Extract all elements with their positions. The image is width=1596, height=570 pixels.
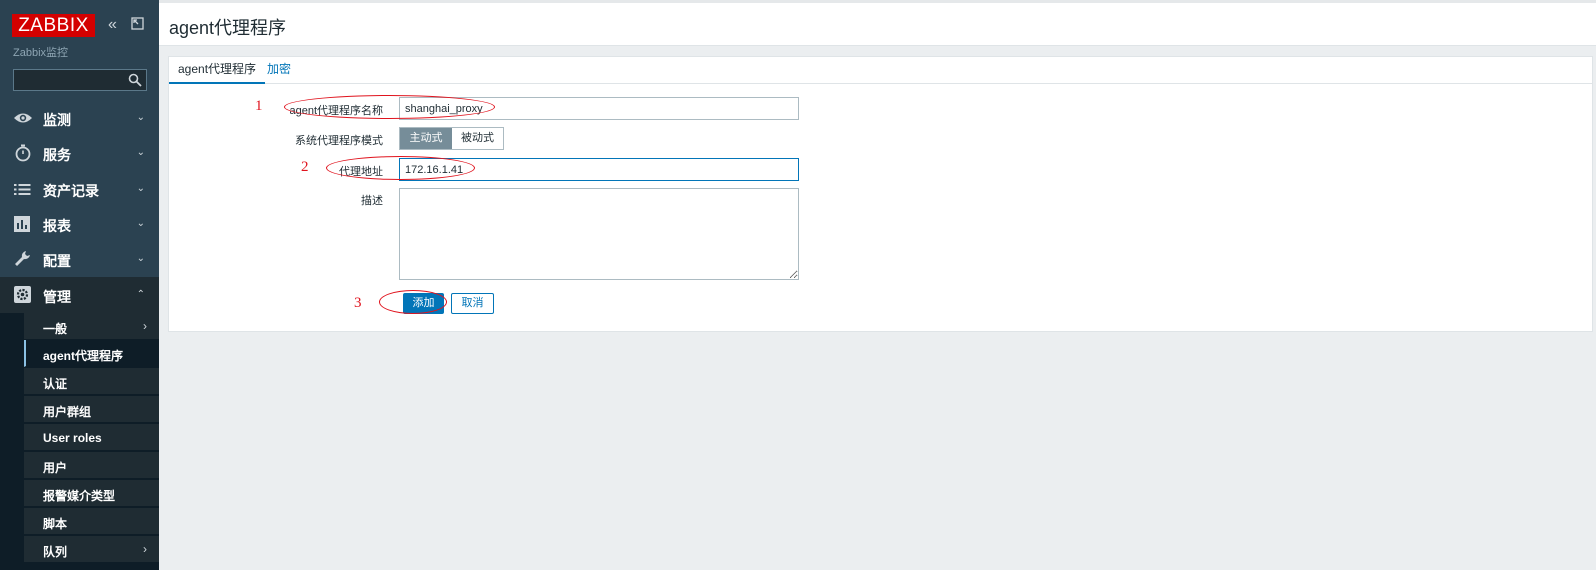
sidebar-header: ZABBIX « Zabbix监控 [0, 0, 159, 106]
annotation-ellipse-2 [326, 156, 475, 180]
page-header: agent代理程序 [159, 3, 1596, 46]
menu-services[interactable]: 服务 ⌄ [0, 135, 159, 171]
menu-monitoring[interactable]: 监测 ⌄ [0, 100, 159, 136]
submenu-label: 脚本 [43, 517, 68, 531]
chevron-down-icon: ⌄ [136, 218, 145, 229]
menu-configuration[interactable]: 配置 ⌄ [0, 241, 159, 277]
annotation-number-1: 1 [255, 98, 263, 114]
tab-encryption[interactable]: 加密 [258, 57, 300, 84]
submenu-scripts[interactable]: 脚本 [24, 508, 159, 535]
wrench-icon [15, 251, 30, 266]
menu-label: 服务 [43, 147, 71, 163]
proxy-form-panel: agent代理程序 加密 agent代理程序名称 系统代理程序模式 主动式 被动… [168, 56, 1593, 332]
submenu-label: agent代理程序 [43, 349, 124, 363]
submenu-authentication[interactable]: 认证 [24, 368, 159, 395]
chevron-up-icon: ⌃ [136, 289, 145, 300]
submenu-label: 队列 [43, 545, 68, 559]
administration-submenu: 一般 › agent代理程序 认证 用户群组 User roles 用户 报警媒… [0, 313, 159, 570]
chevron-down-icon: ⌄ [136, 253, 145, 264]
page-title: agent代理程序 [169, 18, 287, 38]
annotation-ellipse-3 [379, 290, 447, 314]
server-name: Zabbix监控 [13, 47, 69, 59]
mode-active-button[interactable]: 主动式 [400, 128, 452, 149]
submenu-label: 一般 [43, 322, 68, 336]
zabbix-logo[interactable]: ZABBIX [12, 14, 95, 37]
chevron-right-icon: › [143, 319, 147, 333]
description-label: 描述 [361, 195, 383, 207]
submenu-media-types[interactable]: 报警媒介类型 [24, 480, 159, 507]
submenu-label: 用户群组 [43, 405, 92, 419]
sidebar-search [13, 69, 147, 91]
proxy-mode-label: 系统代理程序模式 [295, 135, 383, 147]
chevron-right-icon: › [143, 542, 147, 556]
double-chevron-left-icon[interactable]: « [108, 16, 117, 34]
submenu-proxies[interactable]: agent代理程序 [24, 340, 159, 367]
search-icon[interactable] [128, 73, 142, 87]
submenu-user-roles[interactable]: User roles [24, 424, 159, 451]
menu-inventory[interactable]: 资产记录 ⌄ [0, 171, 159, 207]
menu-administration[interactable]: 管理 ⌃ [0, 277, 159, 313]
mode-passive-button[interactable]: 被动式 [452, 128, 503, 149]
submenu-label: 报警媒介类型 [43, 489, 116, 503]
menu-label: 监测 [43, 112, 71, 128]
tab-bar: agent代理程序 加密 [169, 57, 1592, 84]
menu-label: 配置 [43, 253, 71, 269]
cancel-button[interactable]: 取消 [451, 293, 494, 314]
submenu-label: 认证 [43, 377, 68, 391]
submenu-user-groups[interactable]: 用户群组 [24, 396, 159, 423]
stopwatch-icon [15, 144, 31, 162]
submenu-users[interactable]: 用户 [24, 452, 159, 479]
submenu-label: 用户 [43, 461, 68, 475]
expand-icon[interactable] [131, 17, 144, 35]
gear-icon [14, 286, 31, 303]
chevron-down-icon: ⌄ [136, 147, 145, 158]
annotation-number-2: 2 [301, 159, 309, 175]
menu-label: 管理 [43, 289, 71, 305]
chevron-down-icon: ⌄ [136, 112, 145, 123]
menu-reports[interactable]: 报表 ⌄ [0, 206, 159, 242]
description-textarea[interactable] [399, 188, 799, 280]
bar-chart-icon [14, 216, 30, 232]
sidebar: ZABBIX « Zabbix监控 监测 ⌄ 服务 ⌄ 资产记录 ⌄ 报表 ⌄ … [0, 0, 159, 570]
annotation-ellipse-1 [284, 95, 495, 119]
proxy-mode-toggle: 主动式 被动式 [399, 127, 504, 150]
submenu-queue[interactable]: 队列 › [24, 536, 159, 563]
submenu-label: User roles [43, 431, 102, 445]
chevron-down-icon: ⌄ [136, 183, 145, 194]
submenu-general[interactable]: 一般 › [24, 313, 159, 340]
eye-icon [14, 113, 32, 123]
list-icon [14, 184, 31, 195]
menu-label: 报表 [43, 218, 71, 234]
annotation-number-3: 3 [354, 295, 362, 311]
menu-label: 资产记录 [43, 183, 99, 199]
search-input[interactable] [14, 70, 124, 90]
tab-proxy[interactable]: agent代理程序 [169, 57, 266, 84]
